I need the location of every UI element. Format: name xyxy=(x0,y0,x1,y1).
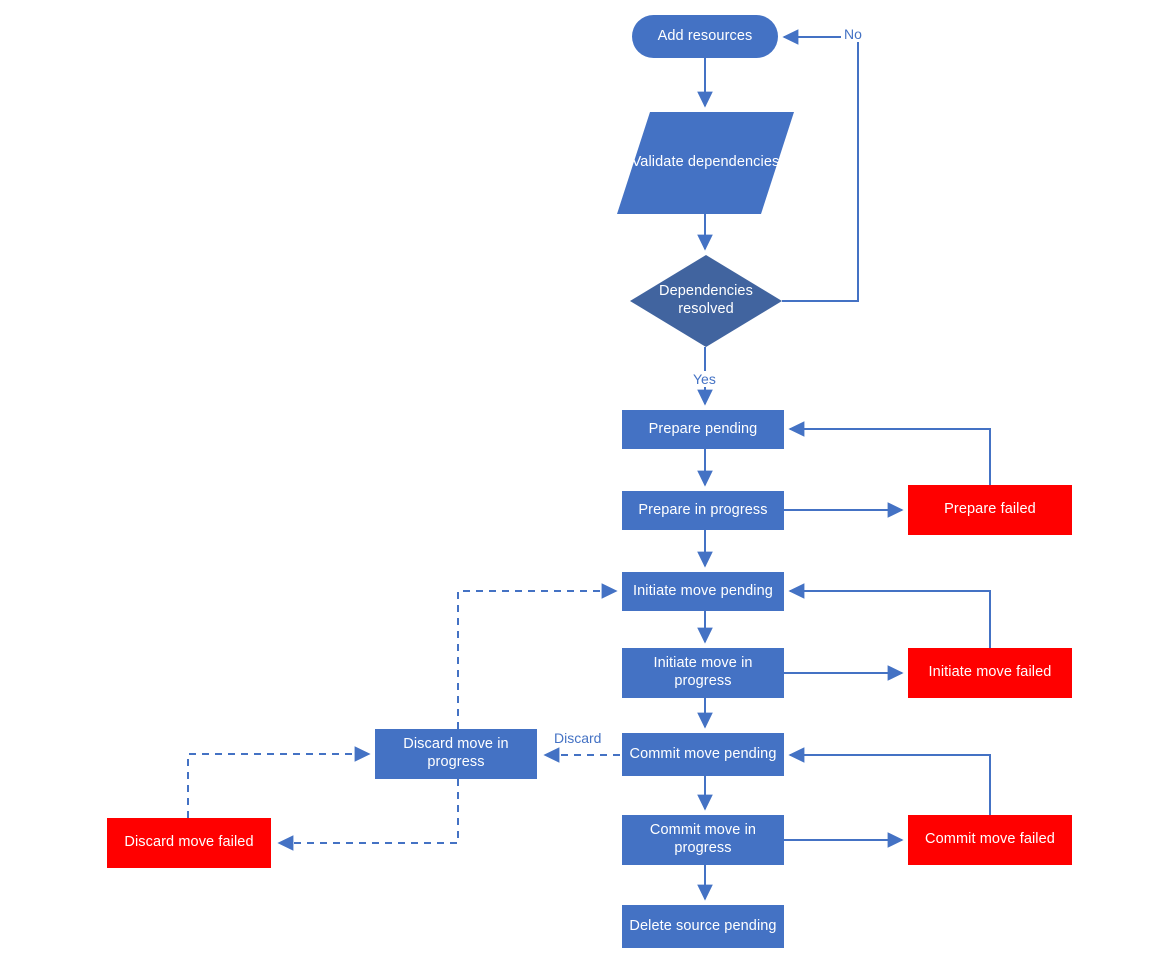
node-label: Commit move pending xyxy=(629,745,777,762)
node-commit-move-pending[interactable]: Commit move pending xyxy=(622,733,784,776)
node-label: Initiate move failed xyxy=(928,664,1052,681)
node-discard-move-in-progress[interactable]: Discard move in progress xyxy=(375,729,537,779)
edge-label-yes: Yes xyxy=(690,371,719,387)
node-label: Prepare in progress xyxy=(638,501,768,518)
edge-discard-to-discard-failed xyxy=(277,779,459,851)
node-commit-move-failed[interactable]: Commit move failed xyxy=(908,815,1072,865)
node-prepare-pending[interactable]: Prepare pending xyxy=(622,410,784,449)
edge-discard-to-initiate-pending xyxy=(457,583,618,729)
node-label: Prepare failed xyxy=(944,501,1036,518)
edge-discard-failed-to-discard xyxy=(187,746,371,818)
node-label: Discard move failed xyxy=(124,834,254,851)
edge-label-no: No xyxy=(841,26,865,42)
node-label: Add resources xyxy=(657,27,753,44)
edge-commit-failed-to-pending xyxy=(788,747,991,815)
node-initiate-move-in-progress[interactable]: Initiate move in progress xyxy=(622,648,784,698)
node-initiate-move-failed[interactable]: Initiate move failed xyxy=(908,648,1072,698)
node-dependencies-resolved[interactable]: Dependencies resolved xyxy=(630,255,782,347)
node-initiate-move-pending[interactable]: Initiate move pending xyxy=(622,572,784,611)
node-commit-move-in-progress[interactable]: Commit move in progress xyxy=(622,815,784,865)
node-prepare-in-progress[interactable]: Prepare in progress xyxy=(622,491,784,530)
node-label: Dependencies resolved xyxy=(659,283,753,317)
node-label: Initiate move in progress xyxy=(653,655,753,689)
node-delete-source-pending[interactable]: Delete source pending xyxy=(622,905,784,948)
node-prepare-failed[interactable]: Prepare failed xyxy=(908,485,1072,535)
node-label: Delete source pending xyxy=(629,917,777,934)
edge-label-discard: Discard xyxy=(551,730,605,746)
node-validate-dependencies[interactable]: Validate dependencies xyxy=(617,112,794,214)
node-add-resources[interactable]: Add resources xyxy=(632,15,778,58)
node-label: Prepare pending xyxy=(648,420,758,437)
edge-initiate-failed-to-pending xyxy=(788,583,991,648)
flowchart-canvas: Add resources Validate dependencies Depe… xyxy=(0,0,1149,956)
node-label: Initiate move pending xyxy=(633,582,773,599)
edge-prepare-failed-to-pending xyxy=(788,421,991,485)
node-label: Commit move in progress xyxy=(649,822,757,856)
node-label: Commit move failed xyxy=(925,831,1055,848)
node-label: Discard move in progress xyxy=(403,736,509,770)
flowchart-edges xyxy=(187,29,991,901)
node-label: Validate dependencies xyxy=(631,154,780,171)
node-discard-move-failed[interactable]: Discard move failed xyxy=(107,818,271,868)
